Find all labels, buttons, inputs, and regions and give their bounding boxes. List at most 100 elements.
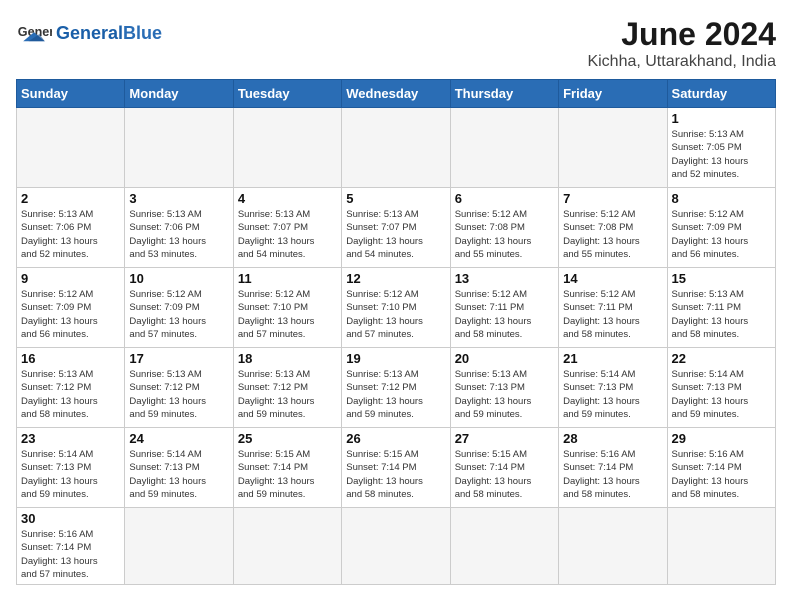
day-info: Sunrise: 5:13 AMSunset: 7:07 PMDaylight:… <box>238 208 337 261</box>
logo-general: General <box>56 23 123 43</box>
logo-blue: Blue <box>123 23 162 43</box>
day-number: 12 <box>346 271 445 286</box>
day-number: 14 <box>563 271 662 286</box>
day-number: 15 <box>672 271 771 286</box>
weekday-header-tuesday: Tuesday <box>233 80 341 108</box>
day-cell <box>233 108 341 188</box>
day-cell <box>342 108 450 188</box>
day-cell <box>450 508 558 585</box>
day-number: 17 <box>129 351 228 366</box>
day-info: Sunrise: 5:12 AMSunset: 7:08 PMDaylight:… <box>455 208 554 261</box>
day-cell: 18 Sunrise: 5:13 AMSunset: 7:12 PMDayligh… <box>233 348 341 428</box>
day-info: Sunrise: 5:13 AMSunset: 7:12 PMDaylight:… <box>346 368 445 421</box>
day-info: Sunrise: 5:15 AMSunset: 7:14 PMDaylight:… <box>238 448 337 501</box>
day-number: 30 <box>21 511 120 526</box>
day-info: Sunrise: 5:13 AMSunset: 7:06 PMDaylight:… <box>21 208 120 261</box>
day-cell: 6Sunrise: 5:12 AMSunset: 7:08 PMDaylight… <box>450 188 558 268</box>
weekday-header-sunday: Sunday <box>17 80 125 108</box>
day-cell: 1 Sunrise: 5:13 AMSunset: 7:05 PMDaylight… <box>667 108 775 188</box>
day-cell: 28Sunrise: 5:16 AMSunset: 7:14 PMDayligh… <box>559 428 667 508</box>
weekday-header-row: SundayMondayTuesdayWednesdayThursdayFrid… <box>17 80 776 108</box>
day-cell: 7 Sunrise: 5:12 AMSunset: 7:08 PMDaylight… <box>559 188 667 268</box>
day-cell: 2 Sunrise: 5:13 AMSunset: 7:06 PMDaylight… <box>17 188 125 268</box>
logo-icon: General <box>16 16 52 52</box>
day-info: Sunrise: 5:14 AMSunset: 7:13 PMDaylight:… <box>672 368 771 421</box>
week-row-4: 23 Sunrise: 5:14 AMSunset: 7:13 PMDayligh… <box>17 428 776 508</box>
day-info: Sunrise: 5:12 AMSunset: 7:09 PMDaylight:… <box>672 208 771 261</box>
day-cell: 12Sunrise: 5:12 AMSunset: 7:10 PMDayligh… <box>342 268 450 348</box>
day-number: 16 <box>21 351 120 366</box>
week-row-2: 9 Sunrise: 5:12 AMSunset: 7:09 PMDaylight… <box>17 268 776 348</box>
day-info: Sunrise: 5:13 AMSunset: 7:05 PMDaylight:… <box>672 128 771 181</box>
day-cell: 16 Sunrise: 5:13 AMSunset: 7:12 PMDayligh… <box>17 348 125 428</box>
logo-text: GeneralBlue <box>56 24 162 44</box>
day-cell: 4Sunrise: 5:13 AMSunset: 7:07 PMDaylight… <box>233 188 341 268</box>
calendar-table: SundayMondayTuesdayWednesdayThursdayFrid… <box>16 79 776 585</box>
weekday-header-friday: Friday <box>559 80 667 108</box>
day-number: 26 <box>346 431 445 446</box>
day-cell: 13Sunrise: 5:12 AMSunset: 7:11 PMDayligh… <box>450 268 558 348</box>
day-cell: 22 Sunrise: 5:14 AMSunset: 7:13 PMDayligh… <box>667 348 775 428</box>
day-cell: 30 Sunrise: 5:16 AMSunset: 7:14 PMDayligh… <box>17 508 125 585</box>
day-number: 2 <box>21 191 120 206</box>
week-row-1: 2 Sunrise: 5:13 AMSunset: 7:06 PMDaylight… <box>17 188 776 268</box>
location-title: Kichha, Uttarakhand, India <box>587 53 776 71</box>
day-cell <box>17 108 125 188</box>
day-info: Sunrise: 5:13 AMSunset: 7:12 PMDaylight:… <box>129 368 228 421</box>
day-number: 3 <box>129 191 228 206</box>
day-number: 9 <box>21 271 120 286</box>
day-cell: 29 Sunrise: 5:16 AMSunset: 7:14 PMDayligh… <box>667 428 775 508</box>
day-number: 29 <box>672 431 771 446</box>
day-cell <box>233 508 341 585</box>
day-cell <box>342 508 450 585</box>
day-number: 25 <box>238 431 337 446</box>
day-cell: 17 Sunrise: 5:13 AMSunset: 7:12 PMDayligh… <box>125 348 233 428</box>
day-cell: 14Sunrise: 5:12 AMSunset: 7:11 PMDayligh… <box>559 268 667 348</box>
day-number: 19 <box>346 351 445 366</box>
day-info: Sunrise: 5:16 AMSunset: 7:14 PMDaylight:… <box>563 448 662 501</box>
day-info: Sunrise: 5:13 AMSunset: 7:12 PMDaylight:… <box>238 368 337 421</box>
weekday-header-wednesday: Wednesday <box>342 80 450 108</box>
day-info: Sunrise: 5:16 AMSunset: 7:14 PMDaylight:… <box>21 528 120 581</box>
day-info: Sunrise: 5:13 AMSunset: 7:11 PMDaylight:… <box>672 288 771 341</box>
day-info: Sunrise: 5:14 AMSunset: 7:13 PMDaylight:… <box>21 448 120 501</box>
day-cell <box>667 508 775 585</box>
day-number: 20 <box>455 351 554 366</box>
day-info: Sunrise: 5:12 AMSunset: 7:08 PMDaylight:… <box>563 208 662 261</box>
day-cell: 15 Sunrise: 5:13 AMSunset: 7:11 PMDayligh… <box>667 268 775 348</box>
day-cell: 9Sunrise: 5:12 AMSunset: 7:09 PMDaylight… <box>17 268 125 348</box>
day-number: 22 <box>672 351 771 366</box>
day-cell: 21 Sunrise: 5:14 AMSunset: 7:13 PMDayligh… <box>559 348 667 428</box>
day-cell <box>450 108 558 188</box>
day-info: Sunrise: 5:15 AMSunset: 7:14 PMDaylight:… <box>346 448 445 501</box>
day-info: Sunrise: 5:12 AMSunset: 7:11 PMDaylight:… <box>455 288 554 341</box>
week-row-0: 1 Sunrise: 5:13 AMSunset: 7:05 PMDaylight… <box>17 108 776 188</box>
day-info: Sunrise: 5:13 AMSunset: 7:12 PMDaylight:… <box>21 368 120 421</box>
week-row-3: 16 Sunrise: 5:13 AMSunset: 7:12 PMDayligh… <box>17 348 776 428</box>
day-number: 21 <box>563 351 662 366</box>
day-number: 7 <box>563 191 662 206</box>
day-info: Sunrise: 5:12 AMSunset: 7:10 PMDaylight:… <box>238 288 337 341</box>
day-info: Sunrise: 5:16 AMSunset: 7:14 PMDaylight:… <box>672 448 771 501</box>
day-number: 11 <box>238 271 337 286</box>
day-cell <box>559 108 667 188</box>
day-cell: 10Sunrise: 5:12 AMSunset: 7:09 PMDayligh… <box>125 268 233 348</box>
header: General GeneralBlue June 2024 Kichha, Ut… <box>16 16 776 71</box>
day-number: 1 <box>672 111 771 126</box>
day-number: 18 <box>238 351 337 366</box>
day-cell <box>125 108 233 188</box>
weekday-header-thursday: Thursday <box>450 80 558 108</box>
month-title: June 2024 <box>587 16 776 53</box>
day-number: 27 <box>455 431 554 446</box>
day-cell: 8 Sunrise: 5:12 AMSunset: 7:09 PMDaylight… <box>667 188 775 268</box>
day-number: 24 <box>129 431 228 446</box>
day-cell: 26 Sunrise: 5:15 AMSunset: 7:14 PMDayligh… <box>342 428 450 508</box>
day-cell: 11 Sunrise: 5:12 AMSunset: 7:10 PMDayligh… <box>233 268 341 348</box>
day-info: Sunrise: 5:14 AMSunset: 7:13 PMDaylight:… <box>563 368 662 421</box>
day-cell: 19 Sunrise: 5:13 AMSunset: 7:12 PMDayligh… <box>342 348 450 428</box>
day-number: 8 <box>672 191 771 206</box>
day-cell <box>559 508 667 585</box>
day-info: Sunrise: 5:12 AMSunset: 7:09 PMDaylight:… <box>129 288 228 341</box>
day-number: 23 <box>21 431 120 446</box>
logo: General GeneralBlue <box>16 16 162 52</box>
